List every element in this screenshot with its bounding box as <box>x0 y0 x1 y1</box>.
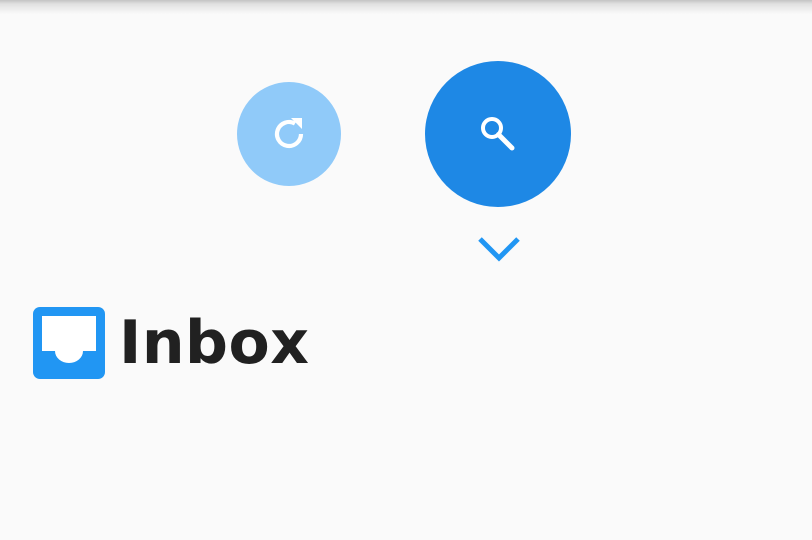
page-title: Inbox <box>119 308 310 378</box>
refresh-button-bg <box>237 82 341 186</box>
app-bar-shadow <box>0 0 812 14</box>
refresh-button[interactable] <box>237 82 341 186</box>
chevron-down-icon <box>478 237 520 262</box>
expand-button[interactable] <box>476 232 522 266</box>
search-button[interactable] <box>425 61 571 207</box>
inbox-icon <box>33 307 105 379</box>
search-icon <box>425 61 571 207</box>
page-heading: Inbox <box>33 306 309 380</box>
refresh-icon <box>237 82 341 186</box>
